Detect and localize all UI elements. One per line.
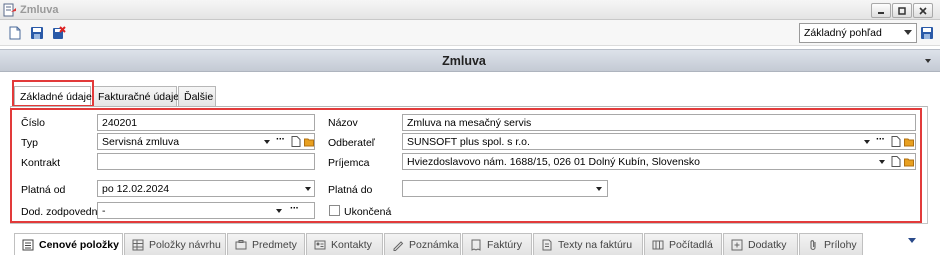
tab-kontakty[interactable]: Kontakty bbox=[306, 233, 383, 255]
minimize-icon bbox=[878, 11, 884, 14]
list-icon bbox=[22, 239, 34, 251]
tab-pocitadla[interactable]: Počítadlá bbox=[644, 233, 722, 255]
close-button[interactable] bbox=[913, 3, 933, 18]
tab-label: Počítadlá bbox=[669, 239, 713, 251]
note-icon bbox=[393, 241, 404, 251]
save-view-icon[interactable] bbox=[920, 26, 934, 40]
tab-faktury[interactable]: Faktúry bbox=[462, 233, 532, 255]
chevron-down-icon bbox=[904, 30, 912, 35]
tab-label: Dodatky bbox=[748, 239, 787, 251]
tab-prilohy[interactable]: Prílohy bbox=[799, 233, 863, 255]
collapse-chevron-icon[interactable] bbox=[925, 59, 931, 63]
tab-dodatky[interactable]: Dodatky bbox=[723, 233, 798, 255]
tab-label: Faktúry bbox=[487, 239, 523, 251]
tab-label: Položky návrhu bbox=[149, 239, 221, 251]
app-icon bbox=[3, 3, 16, 17]
highlight-frame-tab bbox=[12, 80, 94, 107]
save-icon[interactable] bbox=[30, 26, 44, 40]
amendment-icon bbox=[731, 239, 743, 251]
tab-texty-na-fakturu[interactable]: Texty na faktúru bbox=[533, 233, 643, 255]
table-icon bbox=[132, 239, 144, 251]
tab-predmety[interactable]: Predmety bbox=[227, 233, 305, 255]
tab-label: Predmety bbox=[252, 239, 297, 251]
tab-overflow-chevron-icon[interactable] bbox=[908, 238, 916, 243]
tab-label: Ďalšie bbox=[184, 91, 214, 103]
view-select[interactable]: Základný pohľad bbox=[799, 23, 917, 43]
tab-polozky-navrhu[interactable]: Položky návrhu bbox=[124, 233, 226, 255]
toolbar: Základný pohľad bbox=[0, 20, 940, 46]
tab-label: Prílohy bbox=[824, 239, 857, 251]
contact-card-icon bbox=[314, 240, 326, 250]
tab-fakturacne-udaje[interactable]: Fakturačné údaje bbox=[92, 86, 180, 106]
window-title: Zmluva bbox=[20, 4, 59, 16]
tab-dalsie[interactable]: Ďalšie bbox=[178, 86, 216, 106]
paperclip-icon bbox=[810, 240, 816, 251]
invoice-icon bbox=[471, 239, 481, 251]
close-icon bbox=[919, 6, 927, 15]
view-select-value: Základný pohľad bbox=[804, 27, 882, 39]
minimize-button[interactable] bbox=[871, 3, 891, 18]
delete-icon[interactable] bbox=[52, 26, 66, 40]
tab-label: Texty na faktúru bbox=[558, 239, 633, 251]
counter-icon bbox=[652, 240, 664, 250]
tools-icon bbox=[235, 240, 247, 250]
highlight-frame-form bbox=[10, 108, 922, 223]
text-doc-icon bbox=[542, 239, 552, 251]
new-document-icon[interactable] bbox=[8, 26, 22, 40]
title-bar: Zmluva bbox=[0, 0, 940, 20]
tab-cenove-polozky[interactable]: Cenové položky bbox=[14, 233, 123, 255]
maximize-icon bbox=[898, 6, 906, 15]
tab-label: Cenové položky bbox=[39, 239, 119, 251]
tab-label: Fakturačné údaje bbox=[98, 91, 180, 103]
tab-label: Kontakty bbox=[331, 239, 372, 251]
page-title: Zmluva bbox=[442, 54, 486, 68]
tab-poznamka[interactable]: Poznámka bbox=[384, 233, 461, 255]
tab-label: Poznámka bbox=[409, 239, 459, 251]
header-band: Zmluva bbox=[0, 49, 940, 72]
maximize-button[interactable] bbox=[892, 3, 912, 18]
